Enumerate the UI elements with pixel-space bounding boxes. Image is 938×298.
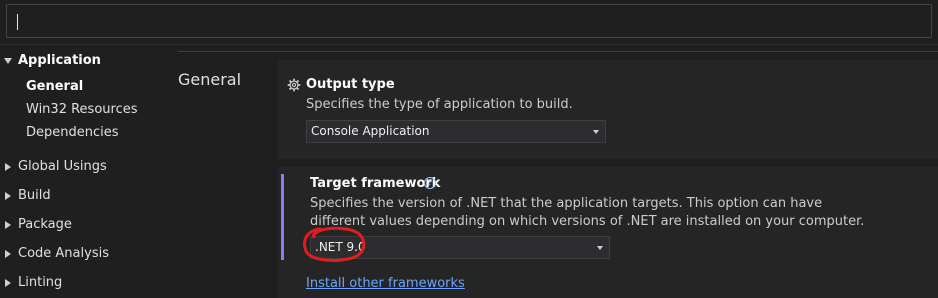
chevron-down-icon — [593, 130, 599, 134]
collapsed-arrow-icon — [5, 192, 11, 200]
target-framework-title: Target framework — [310, 176, 441, 191]
info-icon[interactable]: ? — [424, 177, 436, 189]
target-framework-selected-value: .NET 9.0 — [315, 240, 366, 254]
target-framework-description-line1: Specifies the version of .NET that the a… — [310, 196, 823, 211]
gear-icon — [287, 78, 301, 92]
setting-separator — [278, 159, 938, 167]
collapsed-arrow-icon — [5, 279, 11, 287]
nav-item-label: Application — [18, 53, 101, 68]
collapsed-arrow-icon — [5, 163, 11, 171]
nav-item-dependencies[interactable]: Dependencies — [0, 122, 170, 144]
section-title: General — [178, 70, 242, 89]
output-type-selected-value: Console Application — [311, 124, 430, 138]
nav-item-win32-resources[interactable]: Win32 Resources — [0, 99, 170, 121]
collapsed-arrow-icon — [5, 221, 11, 229]
search-bar — [0, 0, 938, 45]
search-input[interactable] — [6, 4, 932, 38]
nav-item-label: Code Analysis — [18, 246, 109, 261]
nav-item-build[interactable]: Build — [0, 185, 170, 207]
nav-item-code-analysis[interactable]: Code Analysis — [0, 243, 170, 265]
target-framework-dropdown[interactable]: .NET 9.0 — [310, 236, 610, 259]
text-caret — [17, 14, 18, 30]
nav-item-application[interactable]: Application — [0, 50, 170, 72]
nav-item-global-usings[interactable]: Global Usings — [0, 156, 170, 178]
nav-item-label: Linting — [18, 275, 63, 290]
nav-item-label: Win32 Resources — [26, 102, 138, 117]
output-type-title: Output type — [306, 77, 395, 92]
collapsed-arrow-icon — [5, 250, 11, 258]
install-other-frameworks-link[interactable]: Install other frameworks — [306, 276, 465, 291]
nav-item-general[interactable]: General — [0, 76, 170, 98]
chevron-down-icon — [597, 246, 603, 250]
content-divider — [178, 51, 938, 52]
nav-item-package[interactable]: Package — [0, 214, 170, 236]
modified-indicator-bar — [281, 174, 284, 260]
output-type-description: Specifies the type of application to bui… — [306, 97, 573, 112]
nav-item-label: Package — [18, 217, 72, 232]
expanded-arrow-icon — [4, 58, 12, 64]
nav-item-label: Dependencies — [26, 125, 119, 140]
nav-item-label: Global Usings — [18, 159, 107, 174]
output-type-dropdown[interactable]: Console Application — [306, 120, 606, 143]
target-framework-description-line2: different values depending on which vers… — [310, 214, 865, 229]
settings-nav-tree: Application General Win32 Resources Depe… — [0, 44, 175, 298]
project-properties-window: Application General Win32 Resources Depe… — [0, 0, 938, 298]
nav-item-linting[interactable]: Linting — [0, 272, 170, 294]
nav-item-label: Build — [18, 188, 51, 203]
nav-item-label: General — [26, 79, 84, 94]
